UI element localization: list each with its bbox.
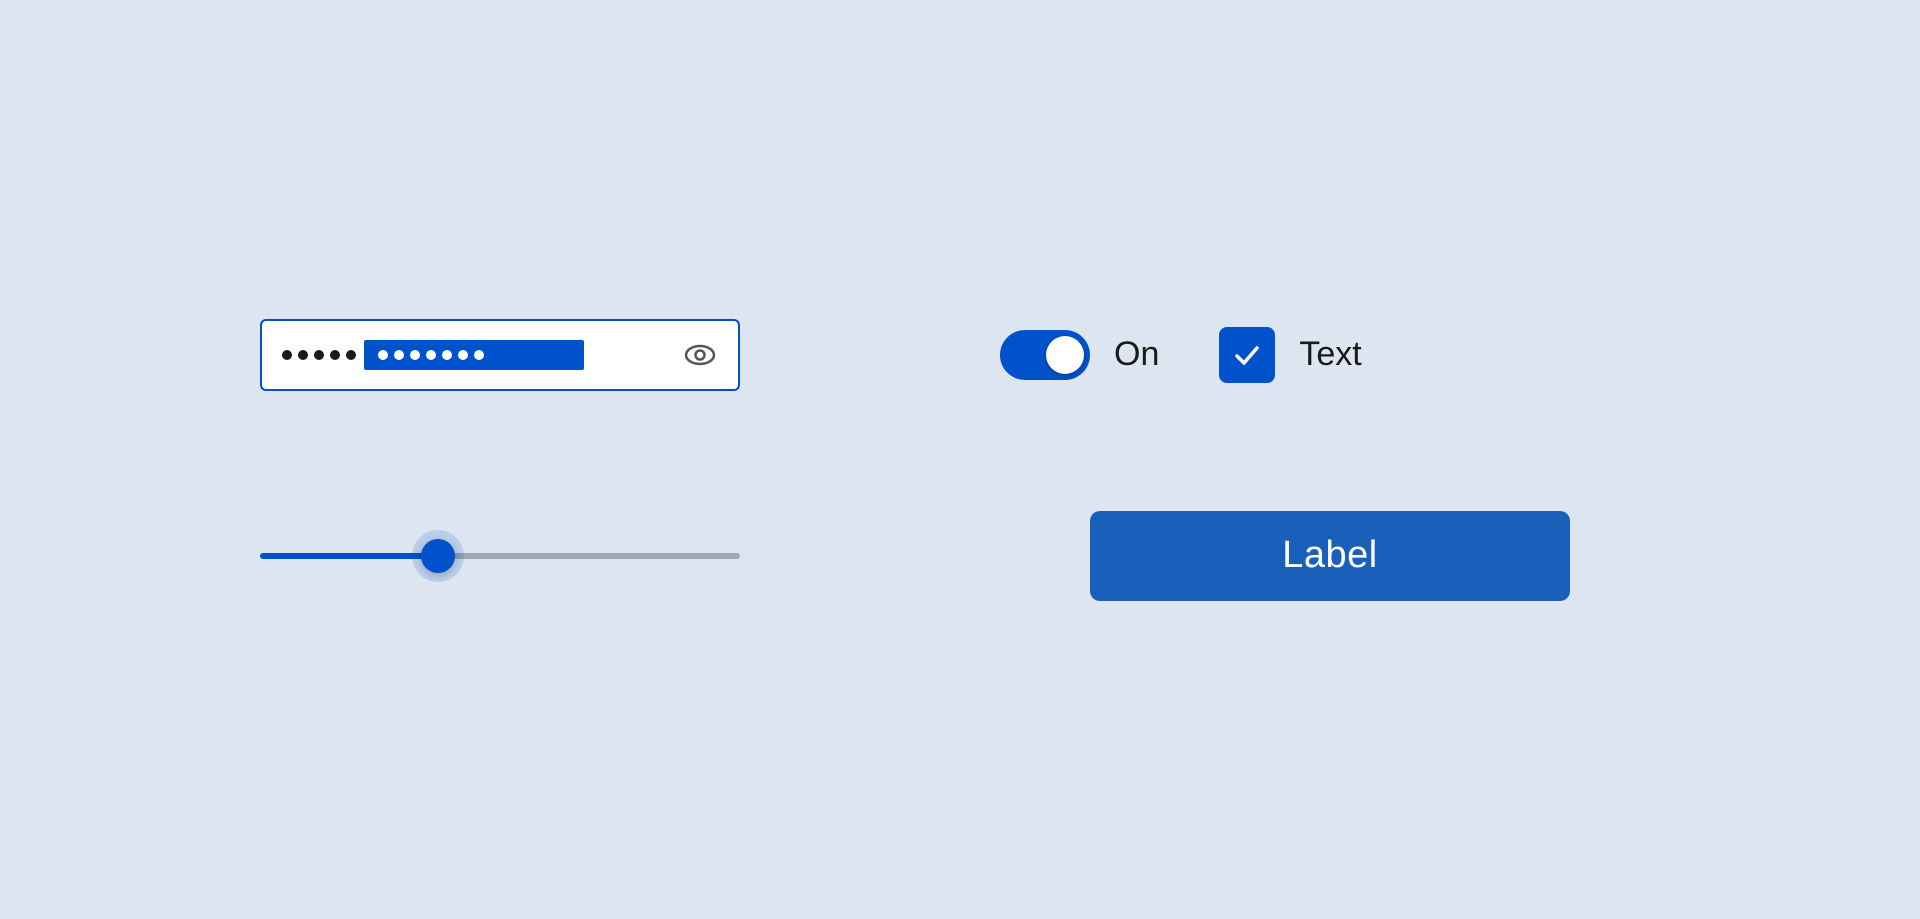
sel-dot-2 <box>394 350 404 360</box>
main-container: On Text Label <box>260 319 1660 601</box>
toggle-password-visibility-button[interactable] <box>682 337 718 373</box>
sel-dot-6 <box>458 350 468 360</box>
button-container: Label <box>1000 511 1660 601</box>
dot-5 <box>346 350 356 360</box>
toggle-thumb <box>1046 336 1084 374</box>
dot-2 <box>298 350 308 360</box>
slider-track-fill <box>260 553 438 559</box>
sel-dot-4 <box>426 350 436 360</box>
checkbox[interactable] <box>1219 327 1275 383</box>
checkbox-label: Text <box>1299 335 1361 374</box>
eye-icon <box>682 337 718 373</box>
sel-dot-3 <box>410 350 420 360</box>
slider-thumb <box>421 539 455 573</box>
slider-thumb-ring <box>412 530 464 582</box>
dot-1 <box>282 350 292 360</box>
toggle-group: On <box>1000 330 1159 380</box>
slider[interactable] <box>260 526 740 586</box>
checkmark-icon <box>1232 340 1262 370</box>
primary-button[interactable]: Label <box>1090 511 1570 601</box>
password-input[interactable] <box>260 319 740 391</box>
sel-dot-7 <box>474 350 484 360</box>
checkbox-group: Text <box>1219 327 1361 383</box>
password-plain-dots <box>282 350 360 360</box>
dot-3 <box>314 350 324 360</box>
toggle-switch[interactable] <box>1000 330 1090 380</box>
dot-4 <box>330 350 340 360</box>
sel-dot-5 <box>442 350 452 360</box>
sel-dot-1 <box>378 350 388 360</box>
toggle-label: On <box>1114 335 1159 374</box>
password-selected-dots <box>364 340 584 370</box>
toggle-checkbox-group: On Text <box>1000 327 1660 383</box>
